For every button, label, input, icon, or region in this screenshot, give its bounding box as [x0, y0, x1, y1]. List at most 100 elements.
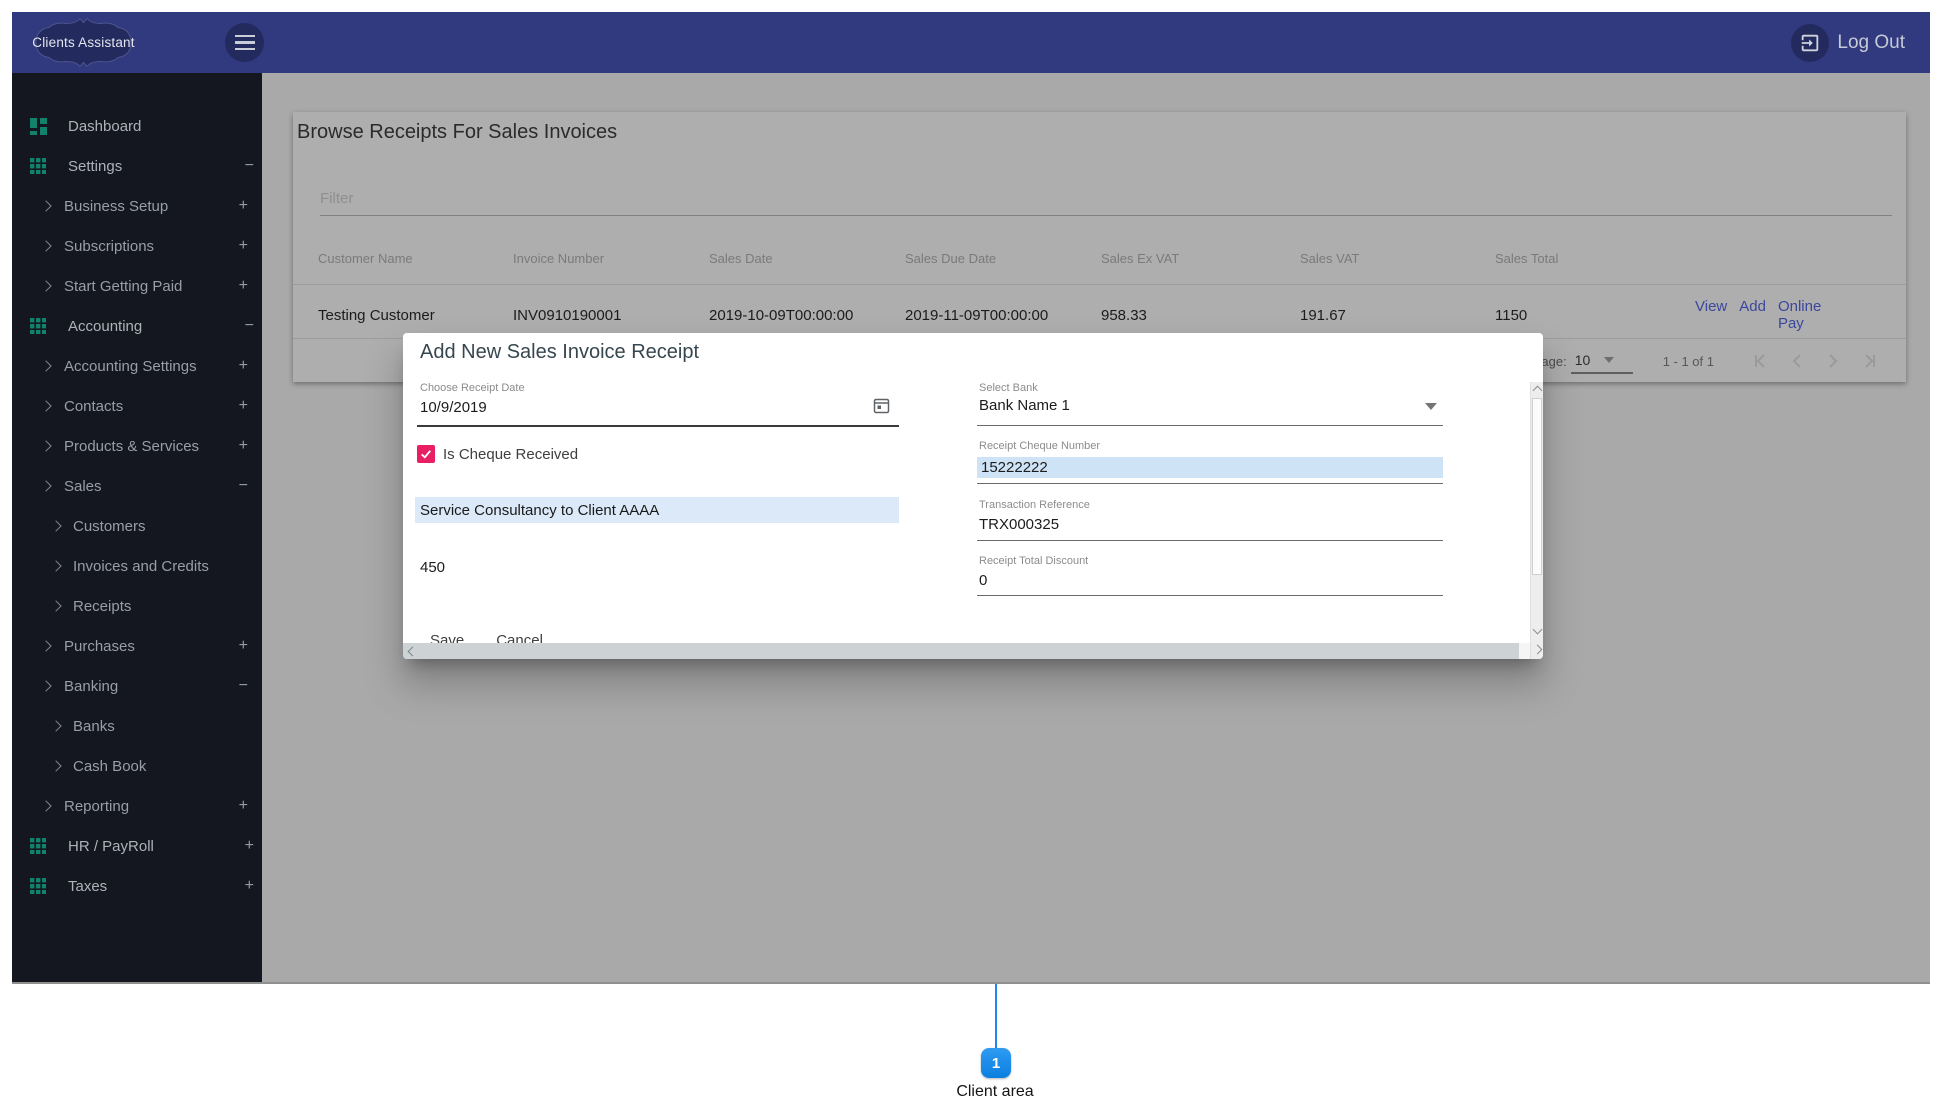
field-underline: [977, 425, 1443, 426]
column-header: Sales Due Date: [905, 250, 997, 266]
scroll-up-icon: [1532, 385, 1543, 396]
receipt-date-label: Choose Receipt Date: [420, 382, 525, 394]
cheque-number-input[interactable]: 15222222: [981, 459, 1048, 476]
sidebar-item-customers[interactable]: Customers: [12, 506, 262, 546]
sidebar-item-label: Receipts: [73, 597, 132, 615]
sidebar-item-products-services[interactable]: Products & Services +: [12, 426, 262, 466]
logout-button[interactable]: Log Out: [1791, 12, 1905, 73]
brand-logo[interactable]: Clients Assistant: [30, 15, 137, 70]
select-bank-select[interactable]: Bank Name 1: [979, 397, 1070, 414]
expand-icon: +: [244, 837, 254, 854]
sidebar: Dashboard Settings − Business Setup + Subscri…: [12, 73, 262, 982]
first-page-button[interactable]: [1750, 350, 1772, 372]
sidebar-item-label: Contacts: [64, 397, 124, 415]
field-underline: [977, 540, 1443, 541]
invoice-line-item[interactable]: Service Consultancy to Client AAAA: [415, 497, 899, 523]
sidebar-item-dashboard[interactable]: Dashboard: [12, 106, 262, 146]
sidebar-item-invoices-and-credits[interactable]: Invoices and Credits: [12, 546, 262, 586]
sidebar-item-reporting[interactable]: Reporting +: [12, 786, 262, 826]
annotation-label: Client area: [956, 1083, 1034, 1100]
page-title: Browse Receipts For Sales Invoices: [297, 121, 618, 143]
scroll-down-icon: [1532, 624, 1543, 635]
column-header: Invoice Number: [513, 250, 605, 266]
sidebar-item-accounting[interactable]: Accounting −: [12, 306, 262, 346]
apps-icon: [26, 838, 50, 854]
collapse-icon: −: [238, 477, 248, 494]
sidebar-item-label: Cash Book: [73, 757, 147, 775]
sidebar-item-subscriptions[interactable]: Subscriptions +: [12, 226, 262, 266]
check-icon: [421, 450, 431, 459]
dashboard-icon: [26, 117, 50, 135]
table-header-row: Customer Name Invoice Number Sales Date Sal…: [318, 248, 1880, 268]
collapse-icon: −: [238, 677, 248, 694]
filter-underline: [320, 215, 1892, 216]
chevron-down-icon[interactable]: [1425, 403, 1437, 410]
sidebar-item-hr-payroll[interactable]: HR / PayRoll +: [12, 826, 262, 866]
column-header: Customer Name: [318, 250, 413, 266]
sidebar-nav: Dashboard Settings − Business Setup + Subscri…: [12, 73, 262, 906]
online-pay-link[interactable]: Online Pay: [1778, 298, 1840, 332]
sidebar-item-receipts[interactable]: Receipts: [12, 586, 262, 626]
sidebar-item-label: Settings: [68, 157, 123, 175]
view-link[interactable]: View: [1695, 298, 1727, 332]
sidebar-item-settings[interactable]: Settings −: [12, 146, 262, 186]
invoice-number-cell: INV0910190001: [513, 306, 622, 324]
transaction-reference-input[interactable]: TRX000325: [979, 516, 1059, 533]
sidebar-item-taxes[interactable]: Taxes +: [12, 866, 262, 906]
scrollbar-thumb[interactable]: [1532, 398, 1542, 575]
sidebar-item-label: Purchases: [64, 637, 135, 655]
sidebar-item-business-setup[interactable]: Business Setup +: [12, 186, 262, 226]
expand-icon: +: [238, 437, 248, 454]
expand-icon: +: [238, 277, 248, 294]
sidebar-item-label: Sales: [64, 477, 102, 495]
field-underline: [417, 425, 899, 427]
apps-icon: [26, 878, 50, 894]
sidebar-item-label: Dashboard: [68, 117, 142, 135]
sidebar-item-purchases[interactable]: Purchases +: [12, 626, 262, 666]
column-header: Sales VAT: [1300, 250, 1360, 266]
vertical-scrollbar[interactable]: [1530, 382, 1543, 659]
apps-icon: [26, 318, 50, 334]
calendar-icon[interactable]: [873, 397, 890, 419]
select-bank-label: Select Bank: [979, 382, 1038, 394]
top-bar: Clients Assistant Log Out: [12, 12, 1930, 73]
add-receipt-dialog: Add New Sales Invoice Receipt Choose Rec…: [403, 333, 1543, 659]
horizontal-scrollbar[interactable]: [403, 643, 1519, 659]
scroll-left-icon: [407, 646, 418, 657]
apps-icon: [26, 158, 50, 174]
expand-icon: +: [238, 197, 248, 214]
sidebar-item-start-getting-paid[interactable]: Start Getting Paid +: [12, 266, 262, 306]
sidebar-item-cash-book[interactable]: Cash Book: [12, 746, 262, 786]
sidebar-item-banks[interactable]: Banks: [12, 706, 262, 746]
total-discount-label: Receipt Total Discount: [979, 555, 1089, 567]
chevron-right-icon: [34, 680, 58, 692]
next-page-button[interactable]: [1822, 350, 1844, 372]
page-size-select[interactable]: 10: [1570, 348, 1633, 374]
paginator-range: 1 - 1 of 1: [1662, 353, 1714, 369]
sidebar-item-sales[interactable]: Sales −: [12, 466, 262, 506]
chevron-right-icon: [34, 640, 58, 652]
menu-toggle-button[interactable]: [225, 23, 264, 62]
sidebar-item-contacts[interactable]: Contacts +: [12, 386, 262, 426]
receipt-date-input[interactable]: 10/9/2019: [420, 399, 487, 416]
sidebar-item-accounting-settings[interactable]: Accounting Settings +: [12, 346, 262, 386]
previous-page-button[interactable]: [1786, 350, 1808, 372]
expand-icon: +: [238, 797, 248, 814]
last-page-button[interactable]: [1858, 350, 1880, 372]
sidebar-item-label: Taxes: [68, 877, 108, 895]
field-underline: [977, 595, 1443, 596]
row-actions: View Add Online Pay: [1695, 298, 1880, 332]
cheque-number-label: Receipt Cheque Number: [979, 440, 1101, 452]
sidebar-item-banking[interactable]: Banking −: [12, 666, 262, 706]
total-discount-input[interactable]: 0: [979, 572, 987, 589]
sidebar-item-label: Subscriptions: [64, 237, 155, 255]
is-cheque-received-label: Is Cheque Received: [443, 446, 579, 463]
is-cheque-received-checkbox[interactable]: [417, 445, 435, 463]
chevron-right-icon: [44, 560, 68, 572]
field-underline: [977, 483, 1443, 484]
dialog-title: Add New Sales Invoice Receipt: [420, 341, 700, 363]
sidebar-item-label: Customers: [73, 517, 146, 535]
filter-input[interactable]: Filter: [320, 190, 353, 207]
add-link[interactable]: Add: [1739, 298, 1766, 332]
sales-due-date-cell: 2019-11-09T00:00:00: [905, 306, 1049, 324]
